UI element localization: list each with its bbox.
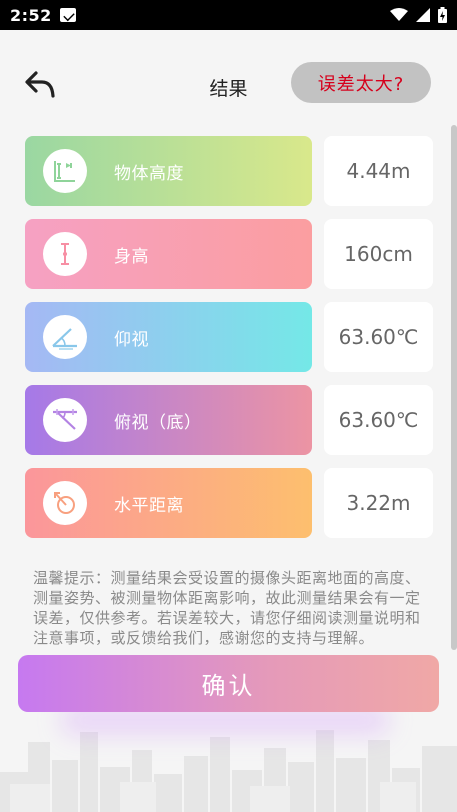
result-label: 物体高度: [114, 163, 184, 184]
scrollbar[interactable]: [451, 125, 457, 650]
signal-icon: [416, 8, 430, 22]
result-label: 水平距离: [114, 495, 184, 516]
tip-text: 温馨提示：测量结果会受设置的摄像头距离地面的高度、测量姿势、被测量物体距离影响，…: [33, 569, 421, 647]
result-label: 身高: [114, 246, 149, 267]
battery-icon: [438, 7, 447, 23]
result-label-card: 物体高度: [25, 136, 312, 206]
result-row-depression: 俯视（底） 63.60℃: [25, 385, 433, 455]
result-label: 俯视（底）: [114, 412, 202, 433]
result-value: 160cm: [324, 219, 433, 289]
depression-angle-icon: [43, 398, 87, 442]
status-bar: 2:52: [0, 0, 457, 30]
result-label-card: 俯视（底）: [25, 385, 312, 455]
confirm-button[interactable]: 确认: [18, 655, 439, 712]
result-row-elevation: 仰视 63.60℃: [25, 302, 433, 372]
status-icons: [390, 7, 447, 23]
page-title-text: 结果: [209, 78, 248, 100]
error-too-large-button[interactable]: 误差太大?: [291, 62, 431, 103]
object-height-icon: [43, 149, 87, 193]
result-label-card: 仰视: [25, 302, 312, 372]
height-line-icon: [43, 232, 87, 276]
result-row-body-height: 身高 160cm: [25, 219, 433, 289]
wifi-icon: [390, 8, 408, 21]
result-row-object-height: 物体高度 4.44m: [25, 136, 433, 206]
result-label: 仰视: [114, 329, 149, 350]
status-time: 2:52: [10, 5, 52, 25]
app-header: 结果 误差太大?: [0, 30, 457, 125]
result-row-distance: 水平距离 3.22m: [25, 468, 433, 538]
result-value: 3.22m: [324, 468, 433, 538]
mail-icon: [59, 8, 76, 22]
distance-icon: [43, 481, 87, 525]
result-value: 63.60℃: [324, 302, 433, 372]
result-value: 4.44m: [324, 136, 433, 206]
results-list: 物体高度 4.44m 身高 160cm 仰视 63.60℃ 俯视（底） 63.6…: [25, 136, 433, 551]
result-value: 63.60℃: [324, 385, 433, 455]
result-label-card: 水平距离: [25, 468, 312, 538]
elevation-angle-icon: [43, 315, 87, 359]
result-label-card: 身高: [25, 219, 312, 289]
